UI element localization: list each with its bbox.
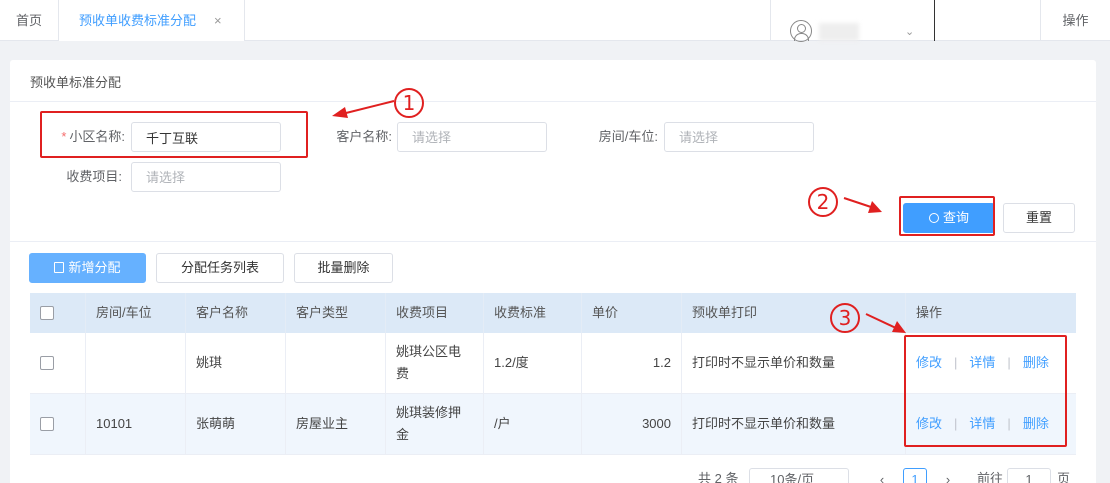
cell-customer-type — [286, 333, 386, 393]
panel-title: 预收单标准分配 — [30, 75, 122, 90]
page-unit-label: 页 — [1057, 471, 1071, 483]
cell-operations: 修改 | 详情 | 删除 — [906, 333, 1076, 393]
separator: | — [1007, 355, 1011, 370]
cell-print: 打印时不显示单价和数量 — [682, 394, 906, 454]
ops-menu[interactable]: 操作 — [1040, 0, 1110, 41]
row-checkbox[interactable] — [40, 417, 54, 431]
fee-item-label: 收费项目: — [66, 169, 122, 184]
pagination-total: 共 2 条 — [698, 471, 739, 483]
tab-fee-allocation-label: 预收单收费标准分配 — [79, 13, 197, 28]
cell-fee-standard: /户 — [484, 394, 582, 454]
row-checkbox-cell — [30, 394, 86, 454]
detail-link[interactable]: 详情 — [969, 352, 995, 374]
goto-label: 前往 — [977, 471, 1004, 483]
cell-unit-price: 1.2 — [582, 333, 682, 393]
header-room: 房间/车位 — [86, 293, 186, 333]
row-checkbox-cell — [30, 333, 86, 393]
header-operations: 操作 — [916, 305, 943, 320]
page-number-current[interactable]: 1 — [903, 468, 927, 483]
separator: | — [954, 355, 958, 370]
batch-delete-button[interactable]: 批量删除 — [294, 253, 393, 283]
cell-room — [86, 333, 186, 393]
tab-fee-allocation[interactable]: 预收单收费标准分配 × — [59, 0, 245, 41]
cell-customer: 张萌萌 — [186, 394, 286, 454]
cell-operations: 修改 | 详情 | 删除 — [906, 394, 1076, 454]
add-allocation-button[interactable]: 新增分配 — [29, 253, 146, 283]
required-mark: * — [61, 129, 67, 144]
detail-link[interactable]: 详情 — [969, 413, 995, 435]
header-unit-price: 单价 — [582, 293, 682, 333]
select-all-checkbox[interactable] — [40, 306, 54, 320]
main-panel: 预收单标准分配 *小区名称: 客户名称: 房间/车位: 收费项目: 查询 重置 … — [10, 60, 1096, 483]
annotation-number-3: 3 — [830, 303, 860, 333]
query-button[interactable]: 查询 — [903, 203, 995, 233]
annotation-arrow-1 — [332, 100, 395, 118]
close-icon[interactable]: × — [214, 0, 222, 41]
goto-page-input[interactable]: 1 — [1007, 468, 1051, 483]
cell-print: 打印时不显示单价和数量 — [682, 333, 906, 393]
header-customer-type: 客户类型 — [286, 293, 386, 333]
separator: | — [1007, 416, 1011, 431]
cell-fee-item: 姚琪装修押金 — [386, 394, 484, 454]
top-tab-bar: 首页 预收单收费标准分配 × ⌄ 操作 — [0, 0, 1110, 42]
table-row: 10101 张萌萌 房屋业主 姚琪装修押金 /户 3000 打印时不显示单价和数… — [30, 394, 1076, 455]
delete-link[interactable]: 删除 — [1023, 352, 1049, 374]
next-page-button[interactable]: › — [934, 468, 962, 483]
divider — [10, 241, 1096, 242]
annotation-number-1: 1 — [394, 88, 424, 118]
cell-customer-type: 房屋业主 — [286, 394, 386, 454]
search-icon — [928, 213, 939, 223]
community-label: * 小区名称: — [61, 129, 125, 144]
separator: | — [954, 416, 958, 431]
header-customer: 客户名称 — [186, 293, 286, 333]
room-select[interactable] — [664, 122, 814, 152]
annotation-arrow-3 — [865, 313, 906, 333]
customer-label: 客户名称: — [336, 129, 392, 144]
chevron-down-icon: ⌄ — [905, 26, 915, 38]
table-header: 房间/车位 客户名称 客户类型 收费项目 收费标准 单价 预收单打印 操作 — [30, 293, 1076, 333]
fee-item-select[interactable] — [131, 162, 281, 192]
page-size-value: 10条/页 — [770, 472, 815, 483]
user-menu[interactable]: ⌄ — [770, 0, 935, 42]
cell-fee-standard: 1.2/度 — [484, 333, 582, 393]
task-list-button[interactable]: 分配任务列表 — [156, 253, 284, 283]
avatar-icon — [790, 20, 812, 42]
delete-link[interactable]: 删除 — [1023, 413, 1049, 435]
edit-icon — [54, 262, 65, 273]
room-label: 房间/车位: — [598, 129, 658, 144]
cell-unit-price: 3000 — [582, 394, 682, 454]
cell-customer: 姚琪 — [186, 333, 286, 393]
reset-button[interactable]: 重置 — [1003, 203, 1075, 233]
row-checkbox[interactable] — [40, 356, 54, 370]
customer-select[interactable] — [397, 122, 547, 152]
tab-home[interactable]: 首页 — [0, 0, 59, 41]
header-checkbox-cell — [30, 293, 86, 333]
community-input[interactable] — [131, 122, 281, 152]
divider — [10, 101, 1096, 102]
annotation-arrow-2 — [843, 197, 882, 213]
username-blurred — [819, 23, 859, 41]
edit-link[interactable]: 修改 — [916, 413, 942, 435]
header-fee-item: 收费项目 — [386, 293, 484, 333]
edit-link[interactable]: 修改 — [916, 352, 942, 374]
annotation-number-2: 2 — [808, 187, 838, 217]
prev-page-button[interactable]: ‹ — [868, 468, 896, 483]
header-fee-standard: 收费标准 — [484, 293, 582, 333]
cell-room: 10101 — [86, 394, 186, 454]
table-row: 姚琪 姚琪公区电费 1.2/度 1.2 打印时不显示单价和数量 修改 | 详情 | 删除 — [30, 333, 1076, 394]
page-size-select[interactable]: 10条/页 — [749, 468, 849, 483]
cell-fee-item: 姚琪公区电费 — [386, 333, 484, 393]
